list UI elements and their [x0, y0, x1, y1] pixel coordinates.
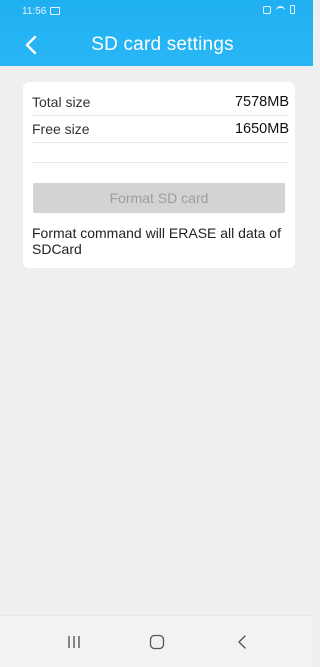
page-title: SD card settings [91, 34, 234, 55]
sd-card-info-card: Total size 7578MB Free size 1650MB Forma… [23, 82, 295, 268]
total-size-label: Total size [32, 94, 91, 110]
app-header: 11:56 SD card settings [0, 0, 313, 66]
home-button[interactable] [137, 628, 177, 656]
divider [32, 115, 289, 116]
divider [32, 142, 289, 143]
wifi-icon [276, 6, 285, 13]
back-arrow-icon [238, 635, 246, 649]
free-size-row: Free size 1650MB [32, 118, 289, 140]
status-time: 11:56 [22, 6, 47, 17]
free-size-label: Free size [32, 121, 90, 137]
divider [32, 162, 289, 163]
home-icon [149, 634, 165, 650]
total-size-value: 7578MB [234, 94, 289, 110]
status-icons [263, 5, 295, 14]
total-size-row: Total size 7578MB [32, 91, 289, 113]
recents-icon [68, 636, 80, 648]
battery-icon [290, 5, 295, 14]
system-nav-bar [0, 615, 313, 667]
recents-button[interactable] [54, 628, 94, 656]
alarm-icon [263, 5, 271, 14]
image-notification-icon [50, 7, 60, 15]
format-sd-card-button[interactable]: Format SD card [33, 183, 285, 213]
format-warning-text: Format command will ERASE all data of SD… [32, 225, 281, 257]
status-bar: 11:56 [0, 0, 313, 24]
free-size-value: 1650MB [234, 121, 289, 137]
nav-back-button[interactable] [222, 628, 262, 656]
